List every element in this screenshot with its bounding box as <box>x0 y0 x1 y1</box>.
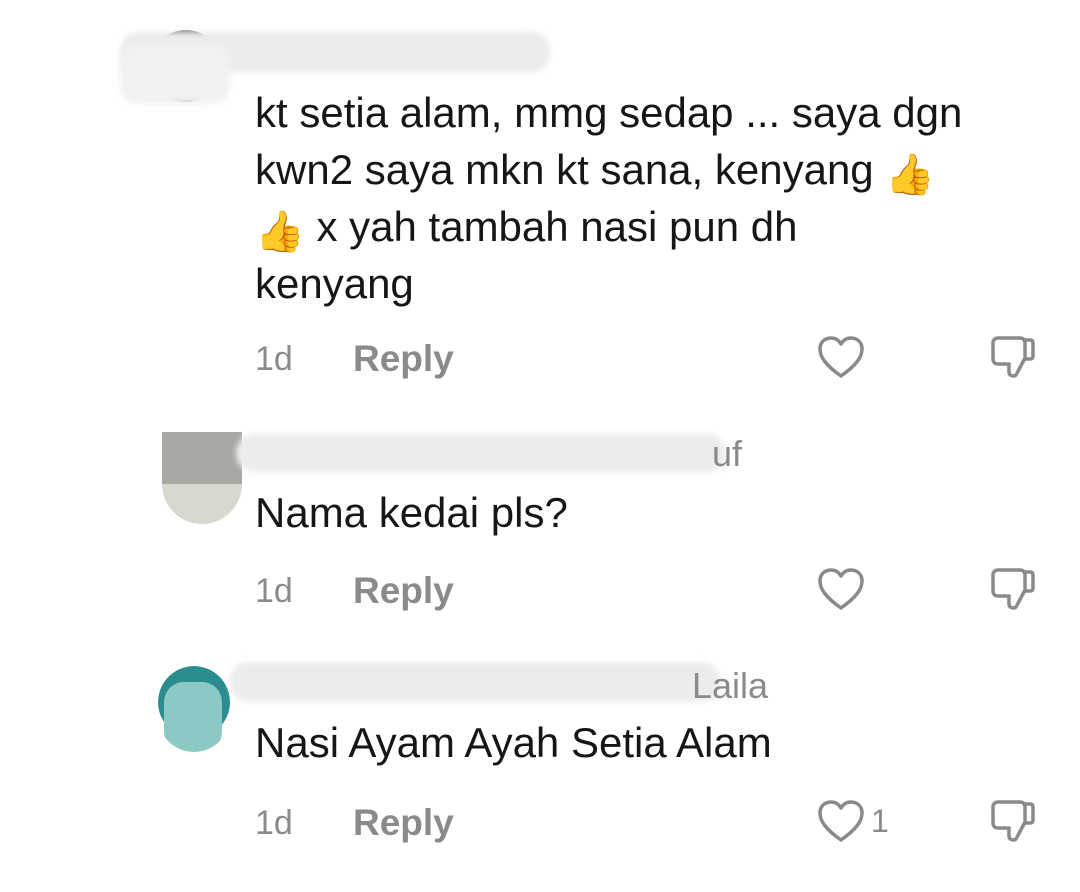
blurred-username <box>230 662 720 702</box>
comment-line-text: kwn2 saya mkn kt sana, kenyang <box>255 146 874 193</box>
avatar[interactable] <box>158 666 230 752</box>
username-partial[interactable]: uf <box>712 436 742 472</box>
comment-meta: 1d Reply <box>255 332 1045 382</box>
comment-line: Nama kedai pls? <box>255 489 568 536</box>
comment-age: 1d <box>255 340 293 378</box>
thumbs-up-emoji: 👍 <box>885 152 936 198</box>
heart-outline-icon <box>818 568 864 610</box>
username-partial[interactable]: Laila <box>692 668 768 704</box>
comment-age: 1d <box>255 804 293 842</box>
blurred-overlay <box>120 44 230 104</box>
heart-outline-icon <box>818 336 864 378</box>
comment-line: Nasi Ayam Ayah Setia Alam <box>255 719 772 766</box>
blurred-username <box>236 434 726 472</box>
thumbs-down-outline-icon[interactable] <box>989 334 1035 380</box>
avatar[interactable] <box>162 432 242 524</box>
like-button[interactable] <box>817 564 871 614</box>
thumbs-down-outline-icon[interactable] <box>989 566 1035 612</box>
like-button[interactable]: 1 <box>817 796 889 846</box>
comment-meta: 1d Reply 1 <box>255 796 1045 846</box>
comment-line-text: x yah tambah nasi pun dh <box>316 203 798 250</box>
heart-outline-icon <box>818 800 864 842</box>
reply-button[interactable]: Reply <box>353 338 454 380</box>
comment-meta: 1d Reply <box>255 564 1045 614</box>
comment-text: Nama kedai pls? <box>255 484 568 541</box>
comment-age: 1d <box>255 572 293 610</box>
like-count: 1 <box>871 802 889 839</box>
thumbs-down-outline-icon[interactable] <box>989 798 1035 844</box>
reply-button[interactable]: Reply <box>353 802 454 844</box>
like-button[interactable] <box>817 332 871 382</box>
reply-button[interactable]: Reply <box>353 570 454 612</box>
comment-text: kt setia alam, mmg sedap ... saya dgn kw… <box>255 84 962 312</box>
comment-text: Nasi Ayam Ayah Setia Alam <box>255 714 772 771</box>
comment-line: 👍 x yah tambah nasi pun dh <box>255 198 962 255</box>
comment-line: kenyang <box>255 260 414 307</box>
comment-line: kt setia alam, mmg sedap ... saya dgn <box>255 89 963 136</box>
thumbs-up-emoji: 👍 <box>255 209 305 255</box>
comment-line: kwn2 saya mkn kt sana, kenyang 👍 <box>255 141 962 198</box>
